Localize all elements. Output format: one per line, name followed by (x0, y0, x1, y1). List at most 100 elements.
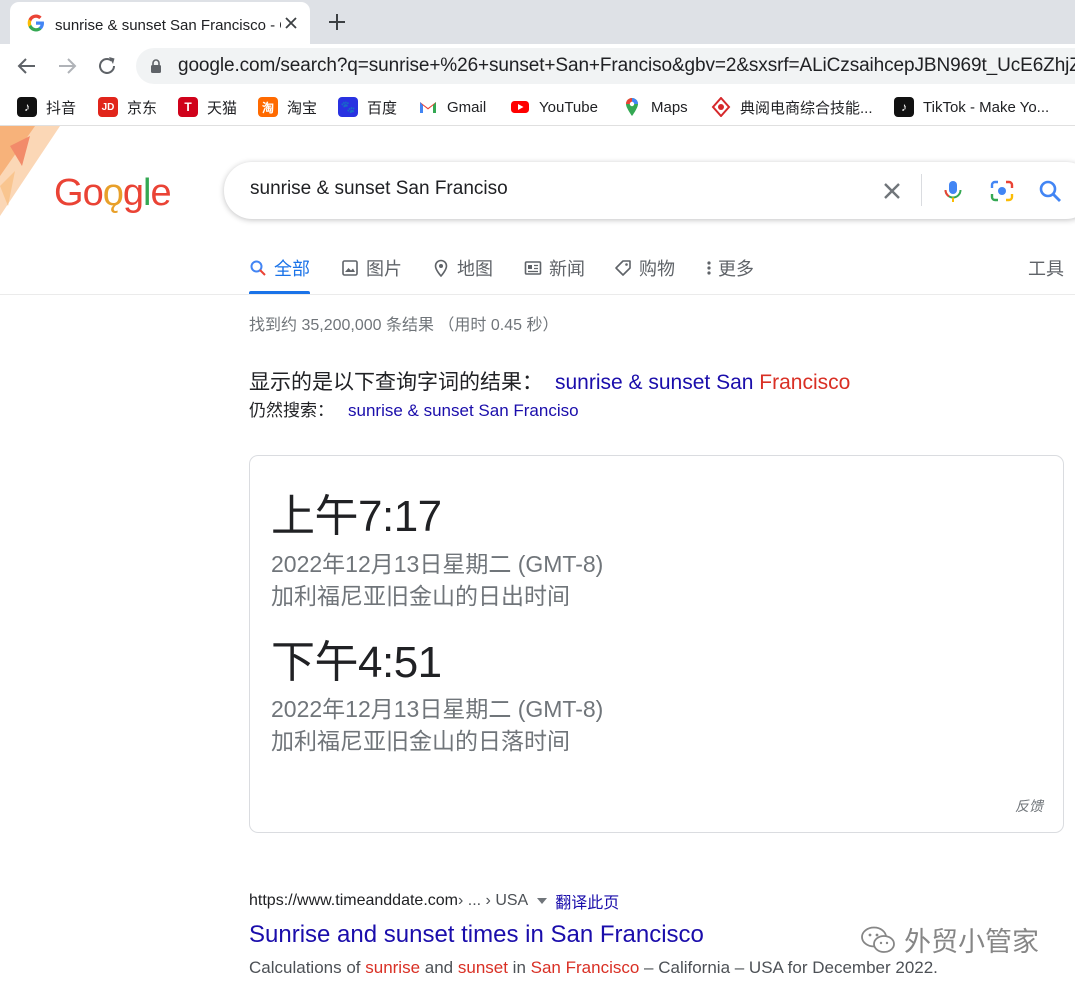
douyin-icon: ♪ (17, 97, 37, 117)
feedback-link[interactable]: 反馈 (1015, 796, 1043, 816)
sunset-description: 加利福尼亚旧金山的日落时间 (271, 728, 570, 754)
snippet-highlight: San Francisco (530, 958, 640, 977)
corrected-query-link[interactable]: sunrise & sunset San Francisco (555, 371, 850, 394)
tab-label: 地图 (457, 259, 493, 279)
tab-all[interactable]: 全部 (249, 256, 310, 280)
new-tab-plus-icon[interactable] (326, 11, 348, 33)
news-icon (524, 261, 542, 275)
maps-icon (626, 98, 638, 116)
bookmark-label: YouTube (539, 98, 598, 116)
sunrise-date: 2022年12月13日星期二 (GMT-8) (271, 551, 604, 577)
result-stats: 找到约 35,200,000 条结果 （用时 0.45 秒） (249, 317, 559, 334)
bookmark-gmail[interactable]: Gmail (418, 97, 486, 117)
spelling-correction: 显示的是以下查询字词的结果： sunrise & sunset San Franc… (249, 366, 850, 396)
tab-label: 购物 (639, 259, 675, 279)
baidu-icon: 🐾 (338, 97, 358, 117)
search-input[interactable]: sunrise & sunset San Franciso (250, 178, 508, 200)
watermark-text: 外贸小管家 (904, 927, 1039, 957)
bookmark-dianyue[interactable]: 典阅电商综合技能... (711, 97, 873, 117)
tab-label: 更多 (718, 259, 754, 279)
back-arrow-icon[interactable] (15, 54, 39, 78)
showing-prefix: 显示的是以下查询字词的结果： (249, 371, 543, 394)
sunrise-description: 加利福尼亚旧金山的日出时间 (271, 583, 570, 609)
google-doodle-logo[interactable]: Goǫgle (54, 172, 172, 215)
wechat-watermark: 外贸小管家 (860, 920, 1039, 959)
bookmark-youtube[interactable]: YouTube (510, 97, 598, 117)
reload-icon[interactable] (95, 54, 119, 78)
bookmark-maps[interactable]: Maps (622, 97, 688, 117)
result-menu-caret-icon[interactable] (537, 898, 548, 904)
camera-lens-search-icon[interactable] (989, 178, 1015, 204)
tab-maps[interactable]: 地图 (432, 256, 493, 280)
lock-icon[interactable] (150, 59, 162, 73)
tab-label: 新闻 (549, 259, 585, 279)
bookmark-label: 百度 (367, 99, 398, 117)
snippet-text: – California – USA for December 2022. (639, 958, 938, 977)
snippet-text: and (420, 958, 458, 977)
tiktok-icon: ♪ (894, 97, 914, 117)
bookmark-label: TikTok - Make Yo... (923, 98, 1050, 116)
cite-path: › ... › USA (457, 892, 529, 909)
sunrise-time: 上午7:17 (271, 492, 442, 541)
voice-search-mic-icon[interactable] (940, 178, 966, 204)
dianyue-icon (711, 97, 731, 117)
snippet-text: in (507, 958, 531, 977)
search-box[interactable]: sunrise & sunset San Franciso (224, 162, 1075, 219)
tools-label: 工具 (1028, 259, 1064, 279)
bookmark-taobao[interactable]: 淘 淘宝 (258, 97, 317, 117)
browser-toolbar: google.com/search?q=sunrise+%26+sunset+S… (0, 44, 1075, 88)
bookmark-douyin[interactable]: ♪ 抖音 (17, 97, 76, 117)
search-tabs: 全部 图片 地图 新闻 购物 更多 工具 (0, 250, 1075, 295)
google-favicon-icon (27, 14, 44, 32)
search-icon (250, 260, 266, 276)
bookmark-label: Maps (651, 98, 688, 116)
snippet-text: Calculations of (249, 958, 366, 977)
more-vert-icon (707, 261, 711, 275)
bookmark-label: 淘宝 (287, 99, 318, 117)
url-text[interactable]: google.com/search?q=sunrise+%26+sunset+S… (178, 55, 1075, 77)
bookmark-jd[interactable]: JD 京东 (98, 97, 157, 117)
tab-shopping[interactable]: 购物 (614, 256, 675, 280)
active-tab-indicator (249, 291, 310, 294)
tab-label: 全部 (274, 259, 310, 279)
tools-button[interactable]: 工具 (1028, 256, 1064, 280)
bookmark-tmall[interactable]: T 天猫 (178, 97, 237, 117)
doodle-decoration (0, 126, 60, 216)
clear-search-icon[interactable] (879, 178, 905, 204)
tab-images[interactable]: 图片 (341, 256, 402, 280)
result-citation: https://www.timeanddate.com › ... › USA … (249, 889, 619, 913)
result-snippet: Calculations of sunrise and sunset in Sa… (249, 958, 938, 978)
bookmark-label: Gmail (447, 98, 487, 116)
gmail-icon (420, 102, 436, 113)
bookmark-tiktok[interactable]: ♪ TikTok - Make Yo... (894, 97, 1049, 117)
search-magnifier-icon[interactable] (1037, 178, 1063, 204)
map-pin-icon (434, 259, 448, 277)
tmall-icon: T (178, 97, 198, 117)
sunset-time: 下午4:51 (271, 638, 442, 687)
corrected-query-text: sunrise & sunset San (555, 371, 760, 394)
bookmark-label: 天猫 (207, 99, 238, 117)
close-tab-icon[interactable] (282, 14, 300, 32)
tag-icon (615, 260, 631, 276)
snippet-highlight: sunset (457, 958, 508, 977)
forward-arrow-icon[interactable] (55, 54, 79, 78)
wechat-icon (861, 926, 895, 953)
address-bar[interactable]: google.com/search?q=sunrise+%26+sunset+S… (136, 48, 1075, 84)
bookmark-label: 抖音 (46, 99, 77, 117)
original-query-link[interactable]: sunrise & sunset San Franciso (348, 401, 579, 420)
result-title-link[interactable]: Sunrise and sunset times in San Francisc… (249, 921, 704, 949)
sunrise-sunset-answer-card: 上午7:17 2022年12月13日星期二 (GMT-8) 加利福尼亚旧金山的日… (249, 455, 1064, 833)
bookmark-label: 京东 (127, 99, 158, 117)
tab-news[interactable]: 新闻 (524, 256, 585, 280)
taobao-icon: 淘 (258, 97, 278, 117)
browser-tab[interactable]: sunrise & sunset San Francisco - Google … (10, 2, 310, 44)
search-instead: 仍然搜索： sunrise & sunset San Franciso (249, 396, 579, 421)
youtube-icon (511, 101, 529, 113)
translate-page-link[interactable]: 翻译此页 (555, 889, 619, 913)
jd-icon: JD (98, 97, 118, 117)
bookmark-label: 典阅电商综合技能... (740, 99, 873, 117)
tab-more[interactable]: 更多 (703, 256, 754, 280)
bookmarks-bar: ♪ 抖音 JD 京东 T 天猫 淘 淘宝 🐾 百度 Gmail YouTube (0, 88, 1075, 126)
bookmark-baidu[interactable]: 🐾 百度 (338, 97, 397, 117)
corrected-word: Francisco (759, 371, 851, 394)
